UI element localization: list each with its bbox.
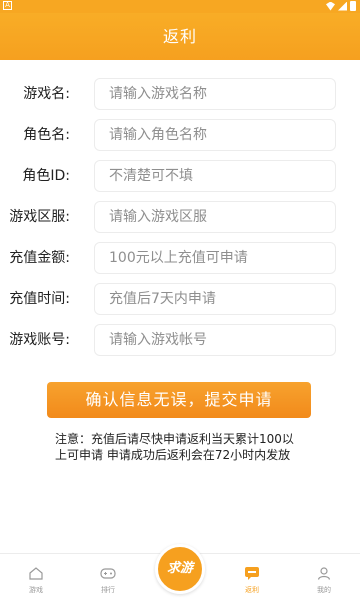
user-icon — [317, 567, 331, 580]
server-input[interactable]: 请输入游戏区服 — [94, 201, 336, 233]
game-name-input[interactable]: 请输入游戏名称 — [94, 78, 336, 110]
home-icon — [29, 567, 43, 580]
form-row-role-name: 角色名: 请输入角色名称 — [0, 119, 360, 151]
page-title: 返利 — [162, 27, 197, 46]
game-name-label: 游戏名: — [23, 86, 70, 102]
amount-input[interactable]: 100元以上充值可申请 — [94, 242, 336, 274]
account-label: 游戏账号: — [9, 332, 70, 348]
tab-games[interactable]: 游戏 — [0, 554, 72, 600]
server-label: 游戏区服: — [9, 209, 70, 225]
form-row-amount: 充值金额: 100元以上充值可申请 — [0, 242, 360, 274]
form-row-server: 游戏区服: 请输入游戏区服 — [0, 201, 360, 233]
app-header: 返利 — [0, 13, 360, 60]
request-game-button[interactable]: 求游 — [155, 544, 205, 594]
gamepad-icon — [100, 568, 116, 579]
form-row-account: 游戏账号: 请输入游戏帐号 — [0, 324, 360, 356]
rebate-form: 游戏名: 请输入游戏名称 角色名: 请输入角色名称 角色ID: 不清楚可不填 游… — [0, 60, 360, 553]
tab-bar: 游戏 排行 求游 返利 我的 — [0, 544, 360, 600]
role-name-input[interactable]: 请输入角色名称 — [94, 119, 336, 151]
tab-ranking-label: 排行 — [101, 586, 115, 594]
time-input[interactable]: 充值后7天内申请 — [94, 283, 336, 315]
notice-text: 注意：充值后请尽快申请返利当天累计100以上可申请 申请成功后返利会在72小时内… — [55, 432, 294, 462]
tab-mine[interactable]: 我的 — [288, 554, 360, 600]
status-bar: A — [0, 0, 360, 13]
tab-rebate-label: 返利 — [245, 586, 259, 594]
tab-mine-label: 我的 — [317, 586, 331, 594]
submit-button[interactable]: 确认信息无误，提交申请 — [47, 382, 311, 418]
wifi-icon — [326, 1, 335, 11]
amount-label: 充值金额: — [9, 250, 70, 266]
role-name-label: 角色名: — [23, 127, 70, 143]
form-row-role-id: 角色ID: 不清楚可不填 — [0, 160, 360, 192]
battery-icon — [350, 1, 356, 11]
signal-icon — [338, 1, 347, 11]
time-label: 充值时间: — [9, 291, 70, 307]
form-row-time: 充值时间: 充值后7天内申请 — [0, 283, 360, 315]
rebate-icon — [245, 567, 259, 580]
account-input[interactable]: 请输入游戏帐号 — [94, 324, 336, 356]
form-row-game-name: 游戏名: 请输入游戏名称 — [0, 78, 360, 110]
role-id-label: 角色ID: — [22, 168, 70, 184]
notification-icon: A — [3, 1, 12, 10]
tab-rebate[interactable]: 返利 — [216, 554, 288, 600]
tab-ranking[interactable]: 排行 — [72, 554, 144, 600]
role-id-input[interactable]: 不清楚可不填 — [94, 160, 336, 192]
tab-games-label: 游戏 — [29, 586, 43, 594]
